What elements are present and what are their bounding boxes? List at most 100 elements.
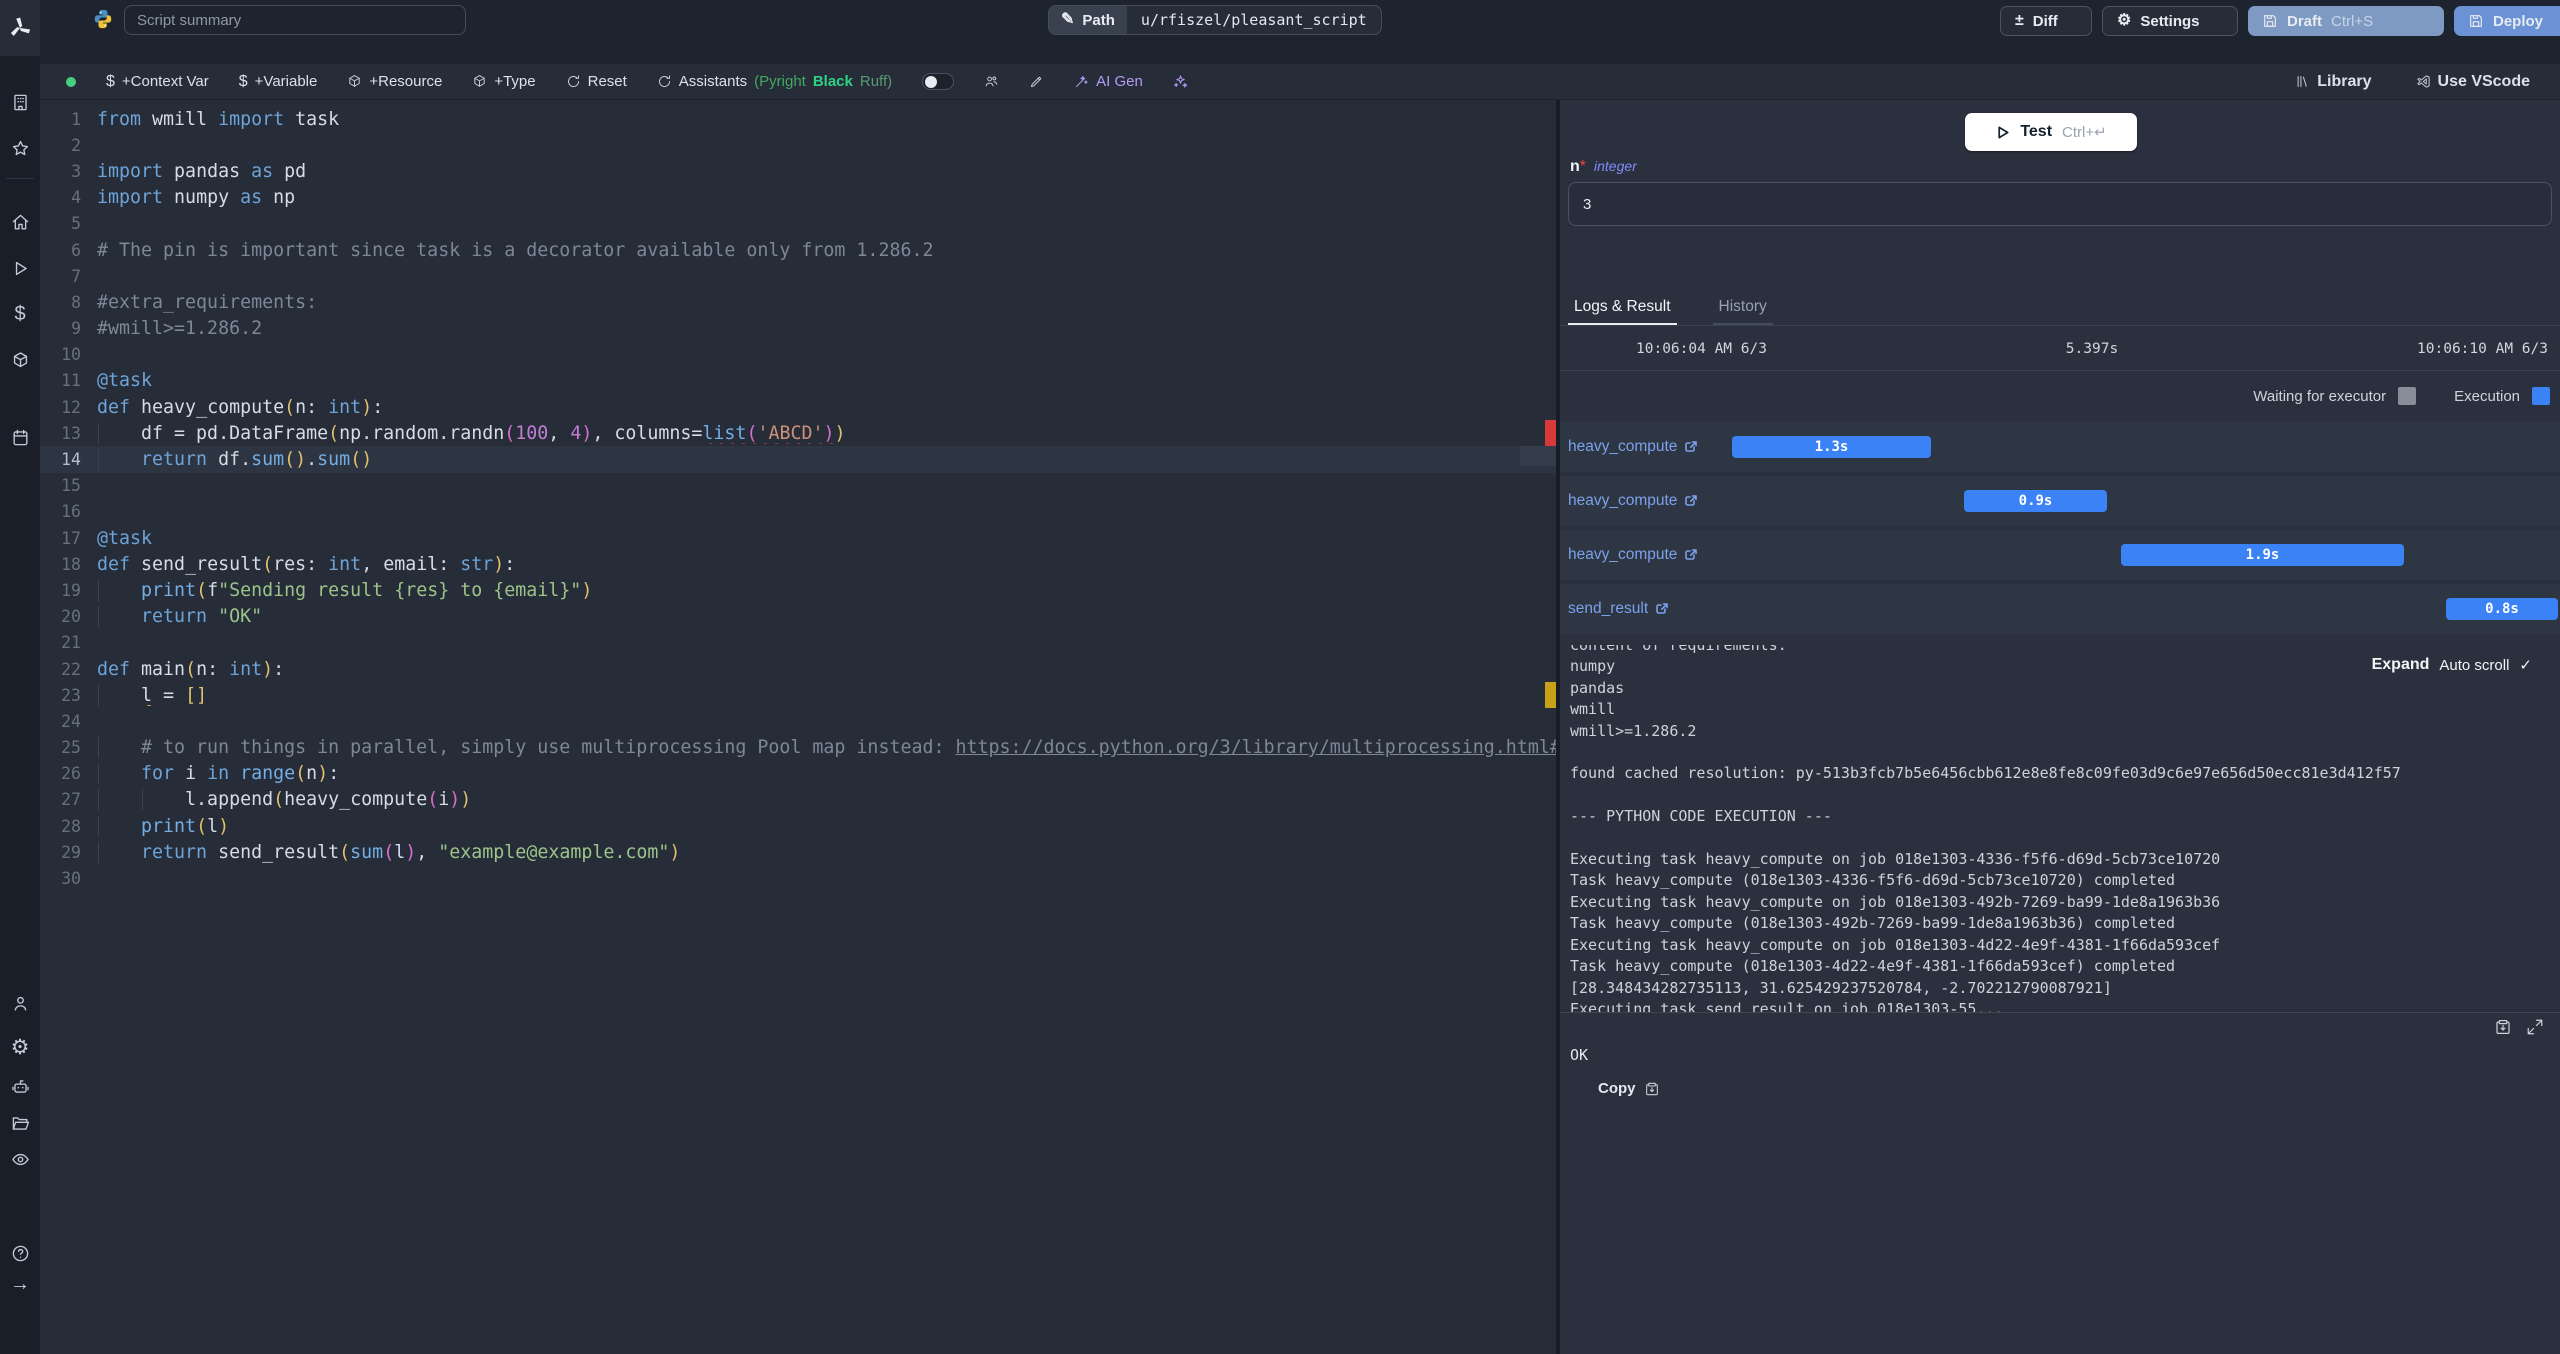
log-line: Executing task heavy_compute on job 018e…	[1570, 892, 2221, 911]
sidebar-divider	[6, 178, 34, 179]
use-vscode-button[interactable]: Use VScode	[2416, 73, 2530, 91]
pencil-icon: ✎	[1061, 11, 1075, 28]
log-line: [28.348434282735113, 31.625429237520784,…	[1570, 978, 2112, 997]
code-line: 23 l = []	[40, 682, 1556, 708]
reset-button[interactable]: Reset	[566, 73, 627, 90]
library-button[interactable]: Library	[2295, 73, 2372, 91]
draft-shortcut: Ctrl+S	[2331, 12, 2374, 30]
wand-icon	[1076, 76, 1088, 87]
settings-gear-icon[interactable]: ⚙	[0, 1029, 40, 1065]
draft-button[interactable]: Draft Ctrl+S	[2248, 6, 2444, 36]
ai-gen-button[interactable]: AI Gen	[1074, 73, 1143, 90]
script-summary-input[interactable]	[124, 5, 466, 35]
start-time: 10:06:04 AM 6/3	[1636, 340, 1767, 357]
line-number: 24	[61, 711, 81, 731]
line-number: 26	[61, 764, 81, 784]
assistant-black: Black	[812, 73, 853, 90]
test-shortcut: Ctrl+↵	[2062, 124, 2107, 141]
test-button[interactable]: Test Ctrl+↵	[1965, 113, 2137, 151]
path-chip[interactable]: ✎ Path u/rfiszel/pleasant_script	[1048, 5, 1382, 35]
timeline-task-link[interactable]: heavy_compute	[1568, 476, 1698, 526]
line-number: 11	[61, 371, 81, 391]
log-line: Executing task send_result on job 018e13…	[1570, 999, 2004, 1013]
format-code-icon[interactable]	[1029, 74, 1044, 89]
fullscreen-icon[interactable]	[2526, 1018, 2544, 1036]
code-line: 12 def heavy_compute(n: int):	[40, 394, 1556, 420]
external-link-icon	[1685, 549, 1698, 560]
code-line: 18 def send_result(res: int, email: str):	[40, 551, 1556, 577]
expand-logs-button[interactable]: Expand	[2372, 656, 2430, 674]
total-duration: 5.397s	[2065, 340, 2119, 357]
timeline-task-link[interactable]: heavy_compute	[1568, 422, 1698, 472]
copy-result-icon[interactable]	[2494, 1018, 2512, 1036]
result-tabs: Logs & Result History	[1560, 288, 2560, 326]
resources-icon[interactable]	[0, 342, 40, 378]
path-value: u/rfiszel/pleasant_script	[1140, 11, 1367, 29]
log-line: content of requirements:	[1570, 645, 1787, 654]
variables-icon[interactable]: $	[0, 296, 40, 332]
collapse-arrow-icon[interactable]: →	[0, 1266, 40, 1302]
tab-history[interactable]: History	[1713, 288, 1773, 325]
runs-icon[interactable]	[0, 250, 40, 286]
timeline-task-link[interactable]: heavy_compute	[1568, 530, 1698, 580]
argument-n-input[interactable]	[1568, 182, 2552, 226]
favorites-icon[interactable]	[0, 130, 40, 166]
code-line: 7	[40, 263, 1556, 289]
code-line: 17 @task	[40, 525, 1556, 551]
line-number: 22	[61, 659, 81, 679]
log-line: found cached resolution: py-513b3fcb7b5e…	[1570, 764, 2401, 783]
code-line: 15	[40, 473, 1556, 499]
line-number: 1	[71, 109, 81, 129]
workspace-icon[interactable]	[0, 84, 40, 120]
ruler-warning-mark	[1545, 682, 1556, 708]
line-number: 9	[71, 319, 81, 339]
deploy-button[interactable]: Deploy	[2454, 6, 2560, 36]
assistant-toggle[interactable]	[922, 73, 955, 90]
line-number: 18	[61, 554, 81, 574]
refresh-icon	[567, 75, 579, 87]
folders-icon[interactable]	[0, 1105, 40, 1141]
windmill-logo[interactable]	[0, 0, 40, 56]
line-number: 20	[61, 607, 81, 627]
home-icon[interactable]	[0, 204, 40, 240]
external-link-icon	[1685, 495, 1698, 506]
python-language-icon	[94, 9, 112, 29]
settings-button[interactable]: ⚙ Settings	[2102, 6, 2238, 36]
multiplayer-users-icon[interactable]	[984, 74, 999, 89]
package-icon	[474, 75, 486, 87]
timeline-row: heavy_compute 1.3s	[1560, 422, 2560, 472]
execution-bar: 1.3s	[1732, 436, 1931, 458]
line-number: 2	[71, 135, 81, 155]
package-icon	[349, 75, 361, 87]
log-lines: content of requirements: numpy pandas wmill…	[1560, 645, 2560, 1013]
copy-result-button[interactable]: Copy	[1598, 1080, 1660, 1097]
schedules-icon[interactable]	[0, 419, 40, 455]
user-icon[interactable]	[0, 985, 40, 1021]
audit-eye-icon[interactable]	[0, 1141, 40, 1177]
add-type-button[interactable]: +Type	[472, 73, 536, 90]
line-number: 5	[71, 214, 81, 234]
line-number: 10	[61, 345, 81, 365]
log-output[interactable]: content of requirements: numpy pandas wmill…	[1560, 645, 2560, 1013]
log-line: wmill	[1570, 700, 1616, 719]
tab-logs-result[interactable]: Logs & Result	[1568, 288, 1677, 325]
workers-robot-icon[interactable]	[0, 1068, 40, 1104]
autoscroll-toggle[interactable]: Auto scroll	[2439, 657, 2509, 674]
add-variable-button[interactable]: $ +Variable	[239, 73, 318, 90]
add-resource-button[interactable]: +Resource	[347, 73, 442, 90]
timeline-times: 10:06:04 AM 6/3 5.397s 10:06:10 AM 6/3	[1560, 327, 2560, 371]
assistants-button[interactable]: Assistants (Pyright Black Ruff)	[657, 73, 892, 90]
code-line: 9 #wmill>=1.286.2	[40, 316, 1556, 342]
diff-button[interactable]: ± Diff	[2000, 6, 2092, 36]
timeline-task-link[interactable]: send_result	[1568, 584, 1669, 634]
assistant-pyright: Pyright	[759, 73, 806, 90]
add-context-var-button[interactable]: $ +Context Var	[106, 73, 209, 90]
line-number: 15	[61, 476, 81, 496]
sparkles-icon[interactable]	[1173, 74, 1188, 89]
code-editor[interactable]: 1 from wmill import task 2 3 import pandas a…	[40, 100, 1556, 1354]
line-number: 3	[71, 161, 81, 181]
code-line: 1 from wmill import task	[40, 106, 1556, 132]
